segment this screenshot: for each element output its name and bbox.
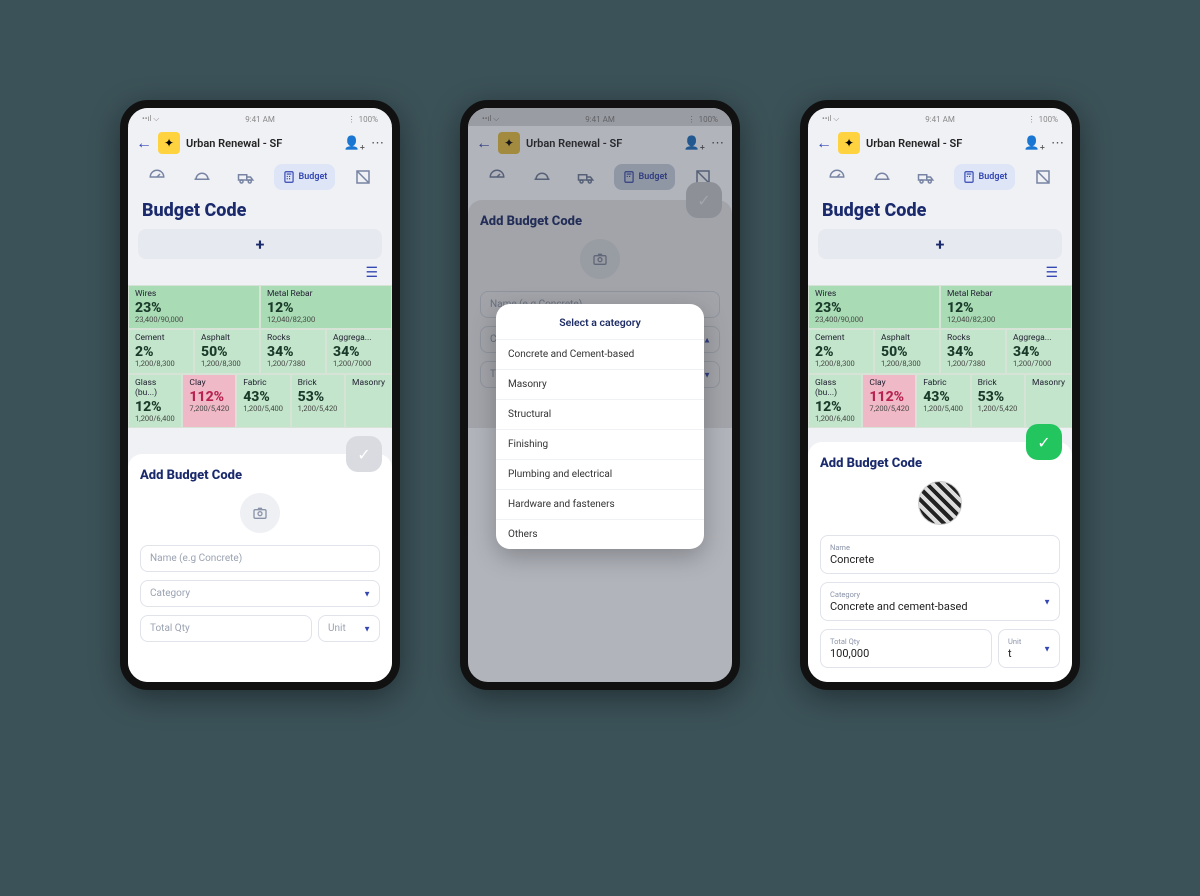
tile-masonry[interactable]: Masonry <box>345 374 392 428</box>
app-logo-icon: ✦ <box>158 132 180 154</box>
budget-grid: Wires23%23,400/90,000 Metal Rebar12%12,0… <box>128 285 392 428</box>
category-option[interactable]: Hardware and fasteners <box>496 489 704 519</box>
category-field[interactable]: CategoryConcrete and cement-based▼ <box>820 582 1060 621</box>
add-button[interactable]: + <box>818 229 1062 259</box>
confirm-button[interactable]: ✓ <box>1026 424 1062 460</box>
category-option[interactable]: Structural <box>496 399 704 429</box>
more-icon[interactable]: ⋯ <box>1051 136 1064 151</box>
tile-masonry[interactable]: Masonry <box>1025 374 1072 428</box>
category-option[interactable]: Masonry <box>496 369 704 399</box>
phone-screen-1: ••ıl ⌵ 9:41 AM ⋮100% ← ✦ Urban Renewal -… <box>120 100 400 690</box>
add-button[interactable]: + <box>138 229 382 259</box>
popup-title: Select a category <box>496 304 704 339</box>
app-logo-icon: ✦ <box>838 132 860 154</box>
page-title: Budget Code <box>808 198 1072 229</box>
header-title: Urban Renewal - SF <box>186 137 338 150</box>
sheet-title: Add Budget Code <box>140 468 380 483</box>
tile-agg[interactable]: Aggrega...34%1,200/7000 <box>1006 329 1072 373</box>
truck-icon[interactable] <box>909 164 943 190</box>
qty-field[interactable]: Total Qty100,000 <box>820 629 992 668</box>
unit-field[interactable]: Unit▼ <box>318 615 380 642</box>
category-option[interactable]: Finishing <box>496 429 704 459</box>
gauge-icon[interactable] <box>140 164 174 190</box>
app-header: ← ✦ Urban Renewal - SF 👤₊ ⋯ <box>128 126 392 160</box>
calculator-icon <box>282 170 296 184</box>
header-title: Urban Renewal - SF <box>866 137 1018 150</box>
phone-screen-3: ••ıl ⌵ 9:41 AM ⋮100% ← ✦ Urban Renewal -… <box>800 100 1080 690</box>
page-title: Budget Code <box>128 198 392 229</box>
truck-icon[interactable] <box>229 164 263 190</box>
tab-bar: Budget <box>128 160 392 198</box>
blueprint-icon[interactable] <box>1026 164 1060 190</box>
chevron-down-icon: ▼ <box>1043 597 1051 606</box>
tile-rocks[interactable]: Rocks34%1,200/7380 <box>940 329 1006 373</box>
tile-wires[interactable]: Wires23%23,400/90,000 <box>808 285 940 329</box>
tile-rocks[interactable]: Rocks34%1,200/7380 <box>260 329 326 373</box>
tile-cement[interactable]: Cement2%1,200/8,300 <box>128 329 194 373</box>
tile-glass[interactable]: Glass (bu...)12%1,200/6,400 <box>128 374 182 428</box>
tile-brick[interactable]: Brick53%1,200/5,420 <box>291 374 345 428</box>
back-icon[interactable]: ← <box>136 133 152 153</box>
category-popup: Select a category Concrete and Cement-ba… <box>496 304 704 549</box>
name-field[interactable]: NameConcrete <box>820 535 1060 574</box>
tile-asphalt[interactable]: Asphalt50%1,200/8,300 <box>194 329 260 373</box>
category-field[interactable]: Category▼ <box>140 580 380 607</box>
tab-budget[interactable]: Budget <box>954 164 1016 190</box>
tab-budget[interactable]: Budget <box>274 164 336 190</box>
confirm-button[interactable]: ✓ <box>346 436 382 472</box>
bottom-sheet: ✓ Add Budget Code NameConcrete CategoryC… <box>808 442 1072 682</box>
camera-icon[interactable] <box>240 493 280 533</box>
budget-grid: Wires23%23,400/90,000 Metal Rebar12%12,0… <box>808 285 1072 428</box>
category-option[interactable]: Others <box>496 519 704 549</box>
tile-cement[interactable]: Cement2%1,200/8,300 <box>808 329 874 373</box>
tile-fabric[interactable]: Fabric43%1,200/5,400 <box>916 374 970 428</box>
add-user-icon[interactable]: 👤₊ <box>344 136 365 151</box>
name-field[interactable]: Name (e.g Concrete) <box>140 545 380 572</box>
chevron-down-icon: ▼ <box>363 624 371 633</box>
unit-field[interactable]: Unitt▼ <box>998 629 1060 668</box>
tile-wires[interactable]: Wires23%23,400/90,000 <box>128 285 260 329</box>
helmet-icon[interactable] <box>185 164 219 190</box>
calculator-icon <box>962 170 976 184</box>
qty-field[interactable]: Total Qty <box>140 615 312 642</box>
list-view-icon[interactable]: ☰ <box>1045 265 1058 281</box>
tile-clay[interactable]: Clay112%7,200/5,420 <box>862 374 916 428</box>
chevron-down-icon: ▼ <box>363 589 371 598</box>
tile-rebar[interactable]: Metal Rebar12%12,040/82,300 <box>260 285 392 329</box>
app-header: ← ✦ Urban Renewal - SF 👤₊ ⋯ <box>808 126 1072 160</box>
tile-rebar[interactable]: Metal Rebar12%12,040/82,300 <box>940 285 1072 329</box>
add-user-icon[interactable]: 👤₊ <box>1024 136 1045 151</box>
tile-glass[interactable]: Glass (bu...)12%1,200/6,400 <box>808 374 862 428</box>
more-icon[interactable]: ⋯ <box>371 136 384 151</box>
blueprint-icon[interactable] <box>346 164 380 190</box>
category-option[interactable]: Plumbing and electrical <box>496 459 704 489</box>
helmet-icon[interactable] <box>865 164 899 190</box>
list-view-icon[interactable]: ☰ <box>365 265 378 281</box>
phone-screen-2: ••ıl ⌵ 9:41 AM ⋮100% ← ✦ Urban Renewal -… <box>460 100 740 690</box>
status-time: 9:41 AM <box>808 115 1072 124</box>
status-bar: ••ıl ⌵ 9:41 AM ⋮100% <box>808 108 1072 126</box>
category-option[interactable]: Concrete and Cement-based <box>496 339 704 369</box>
tile-clay[interactable]: Clay112%7,200/5,420 <box>182 374 236 428</box>
gauge-icon[interactable] <box>820 164 854 190</box>
tile-brick[interactable]: Brick53%1,200/5,420 <box>971 374 1025 428</box>
material-thumbnail[interactable] <box>918 481 962 525</box>
status-bar: ••ıl ⌵ 9:41 AM ⋮100% <box>128 108 392 126</box>
back-icon[interactable]: ← <box>816 133 832 153</box>
tile-agg[interactable]: Aggrega...34%1,200/7000 <box>326 329 392 373</box>
tab-budget-label: Budget <box>299 172 328 182</box>
status-time: 9:41 AM <box>128 115 392 124</box>
tile-asphalt[interactable]: Asphalt50%1,200/8,300 <box>874 329 940 373</box>
chevron-down-icon: ▼ <box>1043 644 1051 653</box>
bottom-sheet: ✓ Add Budget Code Name (e.g Concrete) Ca… <box>128 454 392 682</box>
sheet-title: Add Budget Code <box>820 456 1060 471</box>
tab-bar: Budget <box>808 160 1072 198</box>
tile-fabric[interactable]: Fabric43%1,200/5,400 <box>236 374 290 428</box>
